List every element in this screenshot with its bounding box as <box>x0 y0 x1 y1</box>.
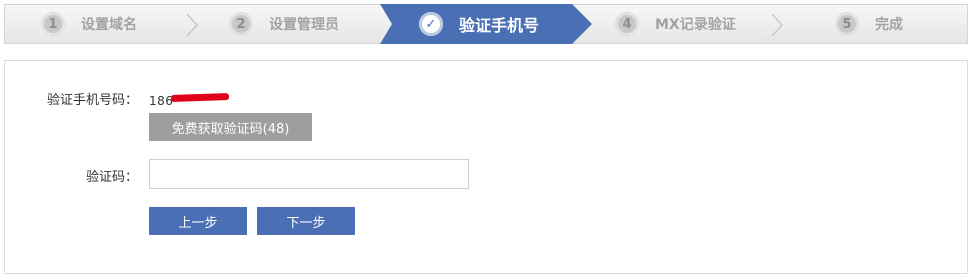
next-step-button[interactable]: 下一步 <box>257 207 355 235</box>
step-3-active: ✓ 验证手机号 <box>419 5 539 43</box>
step-2-label: 设置管理员 <box>269 17 339 33</box>
phone-label: 验证手机号码： <box>46 93 138 108</box>
verification-code-input[interactable] <box>149 159 469 189</box>
step-4-number: 4 <box>615 12 639 36</box>
step-5-label: 完成 <box>875 17 903 33</box>
step-1-label: 设置域名 <box>81 17 137 33</box>
phone-number-display: 186 <box>149 90 238 108</box>
chevron-right-icon <box>186 13 199 37</box>
step-1: 1 设置域名 <box>41 5 137 43</box>
step-2-number: 2 <box>229 12 253 36</box>
step-1-number: 1 <box>41 12 65 36</box>
step-4-label: MX记录验证 <box>655 17 736 33</box>
chevron-right-icon <box>771 13 784 37</box>
code-label: 验证码： <box>85 170 138 185</box>
step-5-number: 5 <box>835 12 859 36</box>
checkmark-icon: ✓ <box>419 12 443 36</box>
get-code-button[interactable]: 免费获取验证码(48) <box>149 113 312 141</box>
prev-step-button[interactable]: 上一步 <box>149 207 247 235</box>
step-2: 2 设置管理员 <box>229 5 339 43</box>
step-progress-bar: 1 设置域名 2 设置管理员 ✓ 验证手机号 4 MX记录验证 5 完成 <box>4 4 968 44</box>
verification-form-panel: 验证手机号码： 186 免费获取验证码(48) 验证码： 上一步 下一步 <box>4 60 968 274</box>
step-3-label: 验证手机号 <box>459 16 540 35</box>
step-4: 4 MX记录验证 <box>615 5 736 43</box>
step-5: 5 完成 <box>835 5 903 43</box>
